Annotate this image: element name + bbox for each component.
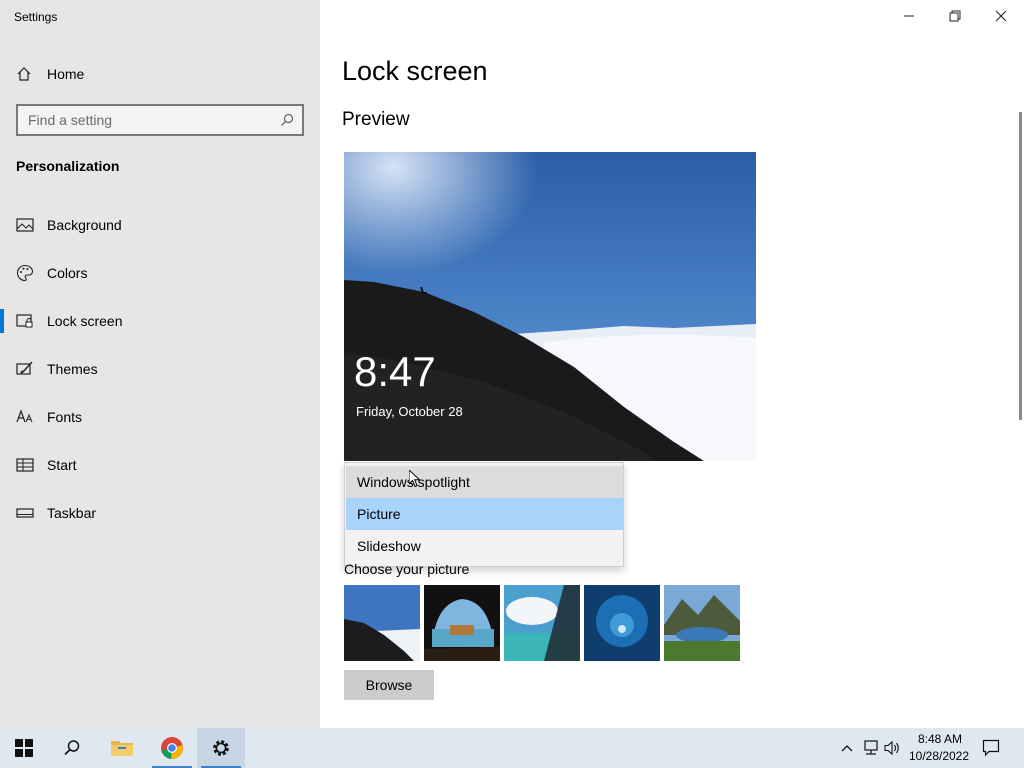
picture-thumbnail[interactable] bbox=[504, 585, 580, 661]
file-explorer-button[interactable] bbox=[98, 728, 146, 768]
dropdown-option-picture[interactable]: Picture bbox=[346, 498, 623, 530]
chrome-button[interactable] bbox=[148, 728, 196, 768]
volume-button[interactable] bbox=[884, 738, 902, 758]
search-icon bbox=[64, 740, 80, 756]
image-icon bbox=[16, 216, 34, 234]
restore-button[interactable] bbox=[932, 0, 978, 32]
sidebar-item-themes[interactable]: Themes bbox=[0, 349, 320, 389]
sidebar-item-taskbar[interactable]: Taskbar bbox=[0, 493, 320, 533]
network-icon bbox=[864, 740, 878, 755]
browse-button[interactable]: Browse bbox=[344, 670, 434, 700]
taskbar-icon bbox=[16, 504, 34, 522]
lock-screen-icon bbox=[16, 312, 34, 330]
section-title: Personalization bbox=[16, 158, 120, 174]
minimize-button[interactable] bbox=[886, 0, 932, 32]
picture-thumbnail[interactable] bbox=[664, 585, 740, 661]
network-button[interactable] bbox=[862, 738, 880, 758]
sidebar-item-label: Lock screen bbox=[47, 313, 123, 329]
sidebar-item-background[interactable]: Background bbox=[0, 205, 320, 245]
taskbar-clock-time[interactable]: 8:48 AM bbox=[910, 732, 970, 746]
taskbar-search-button[interactable] bbox=[48, 728, 96, 768]
action-center-button[interactable] bbox=[982, 738, 1000, 758]
start-icon bbox=[16, 456, 34, 474]
dropdown-option-slideshow[interactable]: Slideshow bbox=[346, 530, 623, 562]
lock-screen-preview: 8:47 Friday, October 28 bbox=[344, 152, 756, 461]
windows-logo-icon bbox=[15, 739, 33, 757]
app-title: Settings bbox=[14, 10, 58, 24]
search-placeholder: Find a setting bbox=[28, 112, 113, 128]
taskbar-clock-date[interactable]: 10/28/2022 bbox=[908, 749, 970, 763]
minimize-icon bbox=[904, 15, 914, 17]
sidebar-item-colors[interactable]: Colors bbox=[0, 253, 320, 293]
mouse-cursor-icon bbox=[408, 468, 421, 493]
sidebar-item-label: Start bbox=[47, 457, 77, 473]
scrollbar[interactable] bbox=[1019, 112, 1022, 420]
thumbnail-image bbox=[504, 585, 580, 661]
dropdown-option-windows-spotlight[interactable]: Windows spotlight bbox=[346, 466, 623, 498]
sidebar-item-label: Fonts bbox=[47, 409, 83, 425]
close-button[interactable] bbox=[978, 0, 1024, 32]
picture-thumbnail[interactable] bbox=[584, 585, 660, 661]
background-dropdown-list[interactable]: Windows spotlight Picture Slideshow bbox=[344, 462, 624, 567]
sidebar-item-label: Taskbar bbox=[47, 505, 97, 521]
restore-icon bbox=[949, 10, 961, 22]
chrome-icon bbox=[161, 737, 183, 760]
search-input[interactable]: Find a setting bbox=[16, 104, 304, 136]
sidebar-item-start[interactable]: Start bbox=[0, 445, 320, 485]
themes-icon bbox=[16, 360, 34, 378]
home-icon bbox=[16, 66, 32, 82]
thumbnail-image bbox=[584, 585, 660, 661]
folder-icon bbox=[111, 741, 133, 756]
lock-clock-time: 8:47 bbox=[354, 348, 436, 395]
thumbnail-image bbox=[664, 585, 740, 661]
settings-taskbar-button[interactable] bbox=[197, 728, 245, 768]
speaker-icon bbox=[884, 740, 899, 756]
sidebar-item-label: Colors bbox=[47, 265, 88, 281]
choose-picture-label: Choose your picture bbox=[344, 561, 470, 577]
page-title: Lock screen bbox=[342, 56, 488, 86]
sidebar-item-label: Background bbox=[47, 217, 122, 233]
sidebar-item-label: Home bbox=[47, 66, 85, 82]
lock-clock-date: Friday, October 28 bbox=[356, 404, 463, 419]
show-hidden-icons-button[interactable] bbox=[838, 738, 856, 758]
palette-icon bbox=[16, 264, 34, 282]
close-icon bbox=[995, 10, 1007, 22]
search-icon bbox=[280, 113, 294, 127]
fonts-icon bbox=[16, 408, 34, 426]
sidebar-item-fonts[interactable]: Fonts bbox=[0, 397, 320, 437]
preview-heading: Preview bbox=[342, 109, 410, 130]
thumbnail-image bbox=[424, 585, 500, 661]
picture-thumbnail[interactable] bbox=[344, 585, 420, 661]
thumbnail-image bbox=[344, 585, 420, 661]
chevron-up-icon bbox=[841, 745, 853, 752]
sidebar-item-home[interactable]: Home bbox=[0, 56, 320, 92]
start-button[interactable] bbox=[0, 728, 48, 768]
sidebar-item-lock-screen[interactable]: Lock screen bbox=[0, 301, 320, 341]
active-indicator bbox=[0, 309, 4, 333]
gear-icon bbox=[213, 740, 229, 756]
sidebar-item-label: Themes bbox=[47, 361, 98, 377]
sidebar: Settings Home Find a setting Personaliza… bbox=[0, 0, 320, 728]
notifications-icon bbox=[982, 739, 1000, 757]
picture-thumbnail[interactable] bbox=[424, 585, 500, 661]
